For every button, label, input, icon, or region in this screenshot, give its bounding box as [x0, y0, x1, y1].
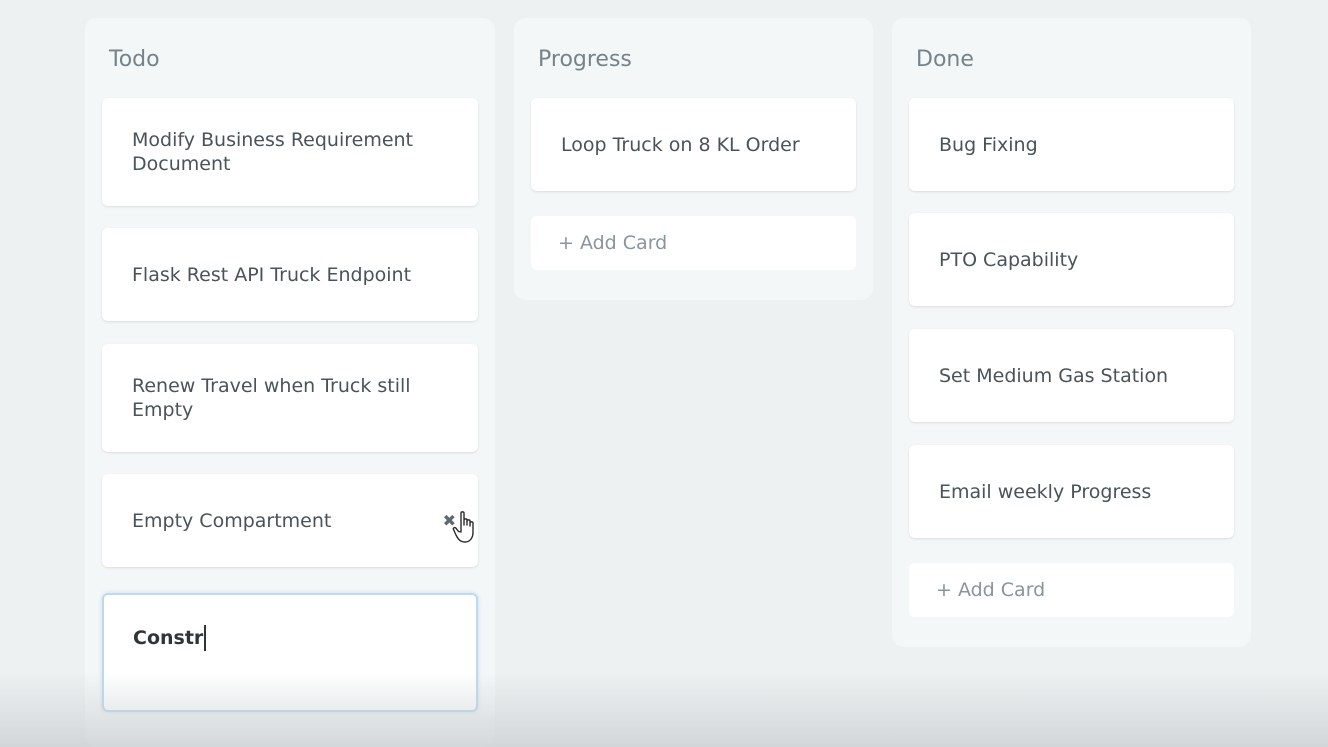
new-card-input[interactable]: Constr [102, 593, 478, 712]
card-modify-business-requirement[interactable]: Modify Business Requirement Document [102, 98, 478, 206]
column-title-todo: Todo [109, 47, 160, 72]
card-email-weekly-progress[interactable]: Email weekly Progress [909, 445, 1234, 538]
card-set-medium-gas-station[interactable]: Set Medium Gas Station [909, 329, 1234, 422]
card-text: Empty Compartment [132, 509, 332, 532]
card-text: Flask Rest API Truck Endpoint [132, 263, 412, 286]
card-text: Modify Business Requirement Document [132, 129, 414, 175]
card-text: PTO Capability [939, 248, 1079, 271]
add-card-button-done[interactable]: + Add Card [909, 563, 1234, 617]
card-loop-truck[interactable]: Loop Truck on 8 KL Order [531, 98, 856, 191]
add-card-label: + Add Card [936, 579, 1046, 601]
column-title-done: Done [916, 47, 974, 72]
card-text: Bug Fixing [939, 133, 1038, 156]
card-renew-travel[interactable]: Renew Travel when Truck still Empty [102, 344, 478, 452]
add-card-button-progress[interactable]: + Add Card [531, 216, 856, 270]
new-card-input-text: Constr [133, 625, 207, 651]
column-title-progress: Progress [538, 47, 632, 72]
card-text: Set Medium Gas Station [939, 364, 1169, 387]
card-text: Loop Truck on 8 KL Order [561, 133, 800, 156]
card-flask-rest-api[interactable]: Flask Rest API Truck Endpoint [102, 228, 478, 321]
add-card-label: + Add Card [558, 232, 668, 254]
card-text: Email weekly Progress [939, 480, 1152, 503]
close-icon[interactable]: ✖ [443, 509, 456, 533]
card-pto-capability[interactable]: PTO Capability [909, 213, 1234, 306]
card-empty-compartment[interactable]: Empty Compartment ✖ [102, 474, 478, 567]
card-text: Renew Travel when Truck still Empty [132, 375, 411, 421]
kanban-board: Todo Progress Done Modify Business Requi… [0, 0, 1328, 747]
card-bug-fixing[interactable]: Bug Fixing [909, 98, 1234, 191]
